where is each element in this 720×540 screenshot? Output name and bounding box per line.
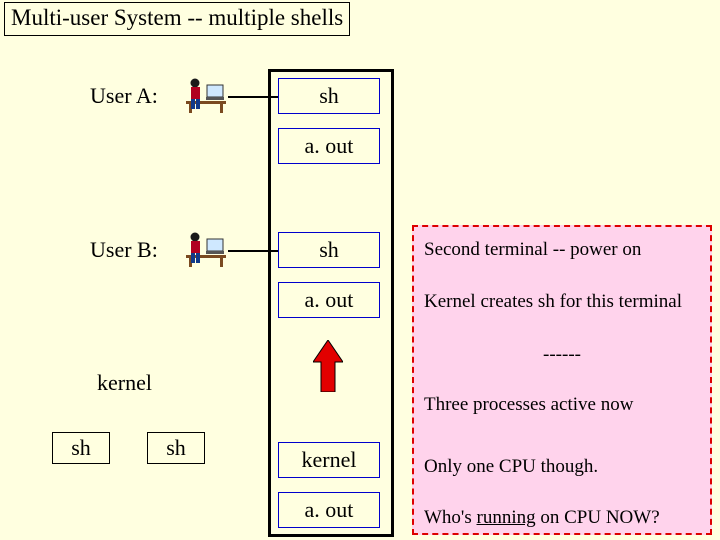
kernel-side-label: kernel bbox=[97, 370, 152, 396]
notes-line-5: Who's running on CPU NOW? bbox=[424, 505, 700, 531]
up-arrow-icon bbox=[313, 340, 343, 392]
sh-box-left: sh bbox=[52, 432, 110, 464]
proc-aout-b: a. out bbox=[278, 282, 380, 318]
notes-line-4: Only one CPU though. bbox=[424, 454, 700, 480]
proc-kernel: kernel bbox=[278, 442, 380, 478]
proc-sh-a: sh bbox=[278, 78, 380, 114]
notes-line-5b: on CPU NOW? bbox=[536, 507, 660, 528]
notes-separator: ------ bbox=[424, 342, 700, 368]
proc-aout-current: a. out bbox=[278, 492, 380, 528]
user-a-label: User A: bbox=[90, 83, 158, 109]
notes-line-1: Second terminal -- power on bbox=[424, 237, 700, 263]
user-b-icon bbox=[184, 229, 228, 269]
notes-line-5a: Who's bbox=[424, 507, 477, 528]
user-b-connector bbox=[228, 250, 278, 252]
user-a-icon bbox=[184, 75, 228, 115]
notes-line-2: Kernel creates sh for this terminal bbox=[424, 289, 700, 315]
notes-line-5-underlined: running bbox=[477, 507, 536, 528]
notes-panel: Second terminal -- power on Kernel creat… bbox=[412, 225, 712, 535]
notes-line-3: Three processes active now bbox=[424, 392, 700, 418]
slide-title: Multi-user System -- multiple shells bbox=[4, 2, 350, 36]
proc-aout-a: a. out bbox=[278, 128, 380, 164]
sh-box-right: sh bbox=[147, 432, 205, 464]
proc-sh-b: sh bbox=[278, 232, 380, 268]
user-a-connector bbox=[228, 96, 278, 98]
user-b-label: User B: bbox=[90, 237, 158, 263]
